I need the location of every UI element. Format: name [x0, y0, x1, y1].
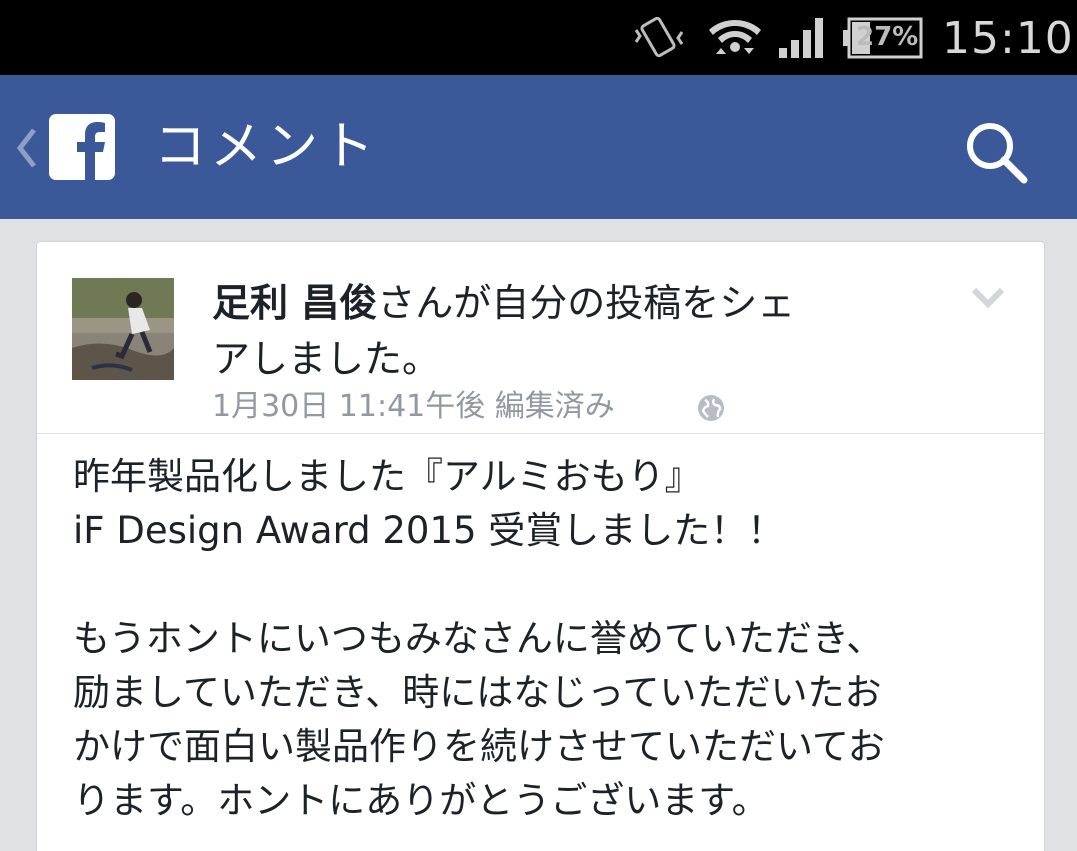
chevron-down-icon[interactable]: [970, 284, 1006, 310]
post-line: iF Design Award 2015 受賞しました！！: [73, 509, 785, 552]
post-line: ります。ホントにありがとうございます。: [73, 779, 769, 822]
post-timestamp[interactable]: 1月30日 11:41午後 編集済み: [212, 387, 615, 427]
author-name[interactable]: 足利 昌俊: [212, 281, 377, 325]
battery-percent: 27%: [856, 22, 919, 52]
post-line: かけで面白い製品作りを続けさせていただいてお: [73, 725, 885, 768]
post-line: もうホントにいつもみなさんに誉めていただき、: [73, 617, 884, 660]
vibrate-icon: [634, 16, 684, 58]
post-body: 昨年製品化しました『アルミおもり』 iF Design Award 2015 受…: [73, 450, 1023, 828]
post-blank-line: [73, 558, 1023, 612]
headline-text: さんが自分の投稿をシェ: [377, 281, 796, 325]
facebook-logo-icon[interactable]: [49, 114, 115, 180]
avatar[interactable]: [72, 278, 174, 380]
divider: [37, 433, 1044, 434]
page-title: コメント: [154, 117, 379, 177]
post-headline: 足利 昌俊さんが自分の投稿をシェ アしました。: [212, 275, 902, 387]
back-chevron-icon[interactable]: [14, 126, 40, 170]
avatar-photo: [72, 278, 174, 380]
clock: 15:10: [942, 13, 1074, 64]
post-line: 励ましていただき、時にはなじっていただいたお: [73, 671, 882, 714]
signal-icon: [779, 18, 823, 58]
globe-icon: [698, 395, 724, 421]
headline-text-line2: アしました。: [212, 337, 441, 381]
post-line: 昨年製品化しました『アルミおもり』: [73, 455, 702, 498]
search-icon[interactable]: [962, 118, 1030, 186]
status-bar: 27% 15:10: [0, 0, 1077, 75]
wifi-icon: [709, 20, 761, 54]
facebook-f-glyph: [77, 122, 105, 180]
